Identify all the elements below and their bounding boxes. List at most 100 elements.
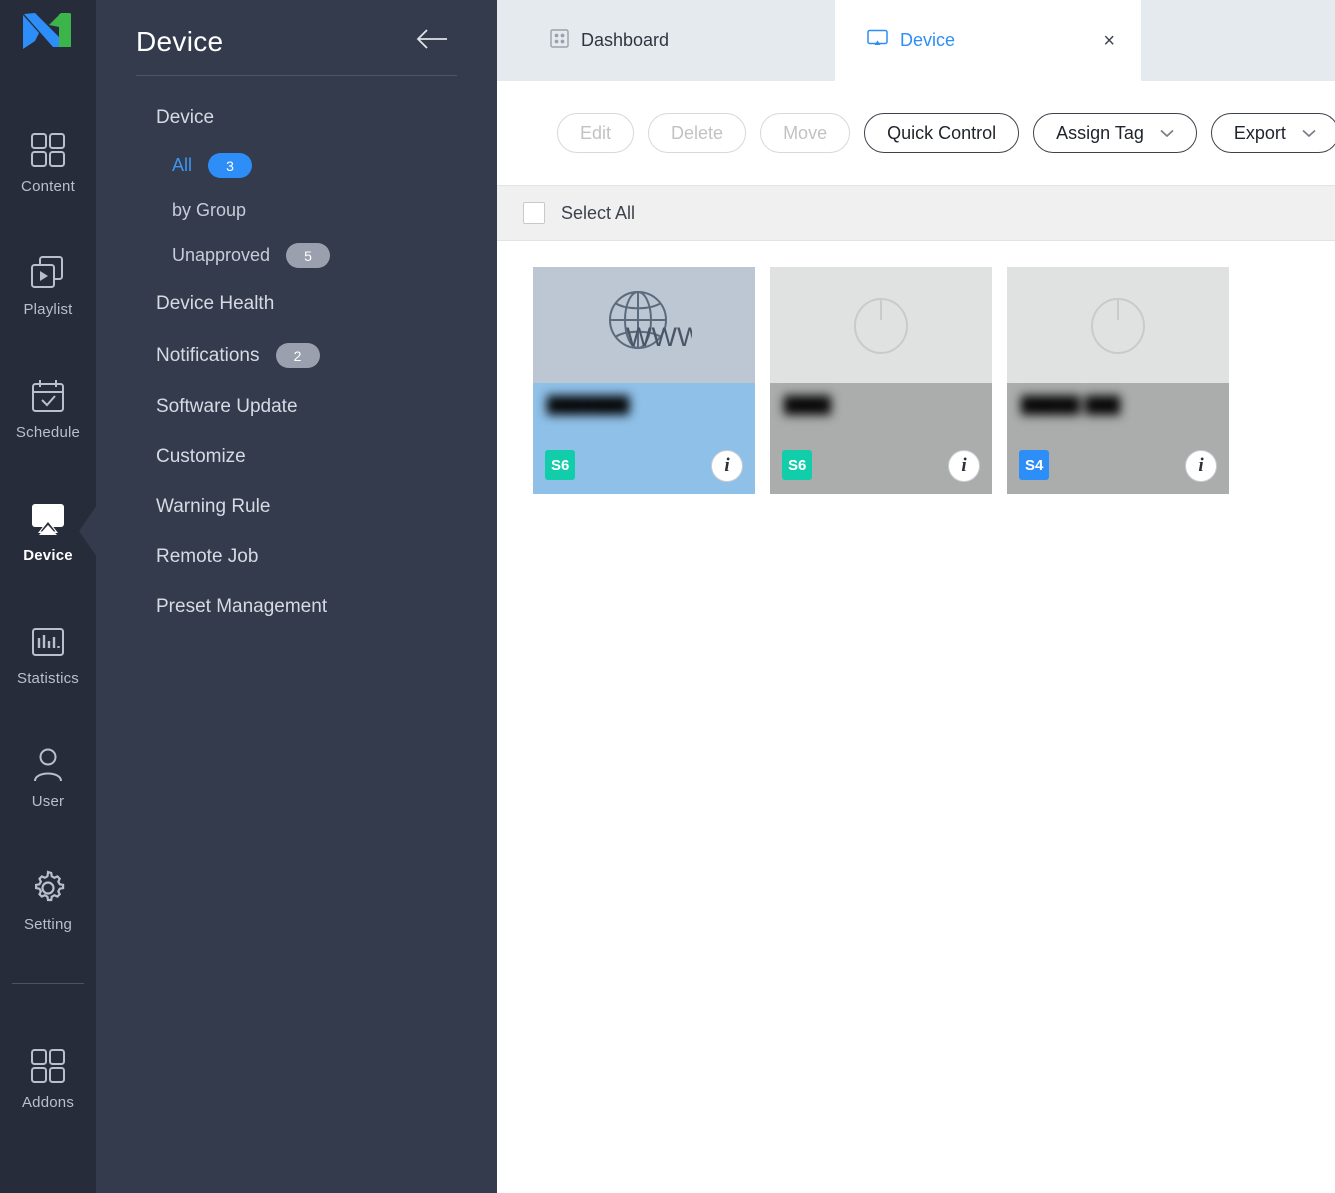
arrow-left-icon: [415, 28, 449, 55]
device-thumbnail: [1007, 267, 1229, 383]
primary-nav-rail: Content Playlist Schedule Device Statist…: [0, 0, 97, 1193]
playlist-icon: [28, 253, 68, 293]
rail-item-user[interactable]: User: [0, 729, 96, 825]
main-content: Dashboard Device × Edit Delete Move Quic…: [497, 0, 1335, 1193]
tab-device[interactable]: Device ×: [835, 0, 1141, 81]
power-icon: [846, 286, 916, 365]
app-window: Content Playlist Schedule Device Statist…: [0, 0, 1335, 1193]
edit-button-label: Edit: [580, 122, 612, 143]
device-card[interactable]: █████ ███ S4 i: [1007, 267, 1229, 494]
tab-label: Dashboard: [581, 30, 670, 50]
tab-bar: Dashboard Device ×: [497, 0, 1335, 81]
device-card[interactable]: WWW ███████ S6 i: [533, 267, 755, 494]
device-thumbnail: [770, 267, 992, 383]
rail-item-addons[interactable]: Addons: [0, 1030, 96, 1126]
sidebar-item-customize[interactable]: Customize: [136, 432, 457, 482]
sidebar-item-software-update[interactable]: Software Update: [136, 382, 457, 432]
export-button-label: Export: [1233, 122, 1286, 143]
delete-button[interactable]: Delete: [648, 113, 747, 153]
edit-button[interactable]: Edit: [557, 113, 635, 153]
sidebar-item-label: Warning Rule: [156, 496, 271, 517]
select-all-label: Select All: [561, 202, 636, 223]
sidebar-item-label: Unapproved: [172, 245, 271, 265]
panel-divider: [136, 75, 457, 76]
device-card[interactable]: ████ S6 i: [770, 267, 992, 494]
active-indicator-notch: [79, 505, 97, 557]
rail-item-label: Playlist: [23, 301, 73, 318]
quick-control-button-label: Quick Control: [887, 122, 997, 143]
move-button-label: Move: [783, 122, 828, 143]
device-name: ████: [784, 397, 832, 414]
device-info-icon[interactable]: i: [948, 450, 980, 482]
rail-item-label: Device: [23, 547, 73, 564]
magicinfo-logo: [18, 8, 78, 54]
sidebar-item-by-group[interactable]: by Group: [136, 189, 457, 232]
notifications-count-badge: 2: [275, 343, 320, 368]
tab-dashboard[interactable]: Dashboard: [497, 0, 835, 81]
sidebar-item-remote-job[interactable]: Remote Job: [136, 532, 457, 582]
chevron-down-icon: [1160, 129, 1174, 138]
svg-text:WWW: WWW: [626, 322, 692, 352]
sidebar-item-unapproved[interactable]: Unapproved 5: [136, 232, 457, 279]
select-all-checkbox[interactable]: [523, 202, 545, 224]
sidebar-item-notifications[interactable]: Notifications 2: [136, 329, 457, 382]
device-tag-badge: S4: [1019, 450, 1050, 480]
calendar-icon: [28, 376, 68, 416]
sidebar-item-device-health[interactable]: Device Health: [136, 279, 457, 329]
sidebar-item-label: Preset Management: [156, 596, 328, 617]
device-icon: [27, 499, 69, 539]
sidebar-item-warning-rule[interactable]: Warning Rule: [136, 482, 457, 532]
sidebar-item-label: Remote Job: [156, 546, 259, 567]
sidebar-item-label: by Group: [172, 200, 247, 220]
page-title: Device: [136, 25, 224, 57]
device-tag-badge: S6: [545, 450, 576, 480]
rail-divider: [12, 983, 84, 984]
device-card-body: ███████ S6 i: [533, 383, 755, 494]
collapse-panel-button[interactable]: [407, 24, 457, 59]
move-button[interactable]: Move: [760, 113, 851, 153]
sidebar-item-label: Customize: [156, 446, 246, 467]
sidebar-item-label: Software Update: [156, 396, 298, 417]
gear-icon: [28, 868, 68, 908]
assign-tag-button[interactable]: Assign Tag: [1033, 113, 1197, 153]
rail-item-label: Content: [21, 178, 75, 195]
sidebar-item-label: Device Health: [156, 293, 275, 314]
rail-item-playlist[interactable]: Playlist: [0, 237, 96, 333]
sidebar-item-label: All: [172, 155, 193, 175]
rail-item-statistics[interactable]: Statistics: [0, 606, 96, 702]
quick-control-button[interactable]: Quick Control: [864, 113, 1020, 153]
select-all-row: Select All: [497, 185, 1335, 241]
rail-item-schedule[interactable]: Schedule: [0, 360, 96, 456]
rail-item-label: Statistics: [16, 670, 79, 687]
close-icon[interactable]: ×: [1103, 31, 1115, 51]
grid-icon: [28, 130, 68, 170]
secondary-nav-panel: Device Device All 3 by Group Unapproved …: [96, 0, 497, 1193]
device-card-body: █████ ███ S4 i: [1007, 383, 1229, 494]
action-toolbar: Edit Delete Move Quick Control Assign Ta…: [497, 81, 1335, 185]
www-globe-icon: WWW: [596, 286, 703, 365]
nav-group-device: Device: [156, 107, 215, 128]
assign-tag-button-label: Assign Tag: [1056, 122, 1144, 143]
device-info-icon[interactable]: i: [1185, 450, 1217, 482]
rail-item-label: User: [31, 793, 65, 810]
user-icon: [28, 745, 68, 785]
device-tag-badge: S6: [782, 450, 813, 480]
delete-button-label: Delete: [671, 122, 724, 143]
sidebar-item-all[interactable]: All 3: [136, 142, 457, 189]
rail-item-label: Addons: [21, 1094, 75, 1111]
rail-item-setting[interactable]: Setting: [0, 852, 96, 948]
device-card-body: ████ S6 i: [770, 383, 992, 494]
rail-item-label: Setting: [23, 916, 73, 933]
grid-icon: [28, 1046, 68, 1086]
device-info-icon[interactable]: i: [711, 450, 743, 482]
panel-header: Device: [136, 0, 457, 75]
rail-item-device[interactable]: Device: [0, 483, 97, 579]
rail-item-content[interactable]: Content: [0, 114, 96, 210]
all-count-badge: 3: [208, 153, 253, 178]
sidebar-item-preset-management[interactable]: Preset Management: [136, 582, 457, 632]
export-button[interactable]: Export: [1210, 113, 1335, 153]
monitor-icon: [867, 29, 888, 53]
device-name: █████ ███: [1021, 397, 1121, 414]
dashboard-grid-icon: [550, 28, 569, 53]
device-card-grid: WWW ███████ S6 i ████ S6 i █████ ███ S4 …: [497, 241, 1335, 1193]
